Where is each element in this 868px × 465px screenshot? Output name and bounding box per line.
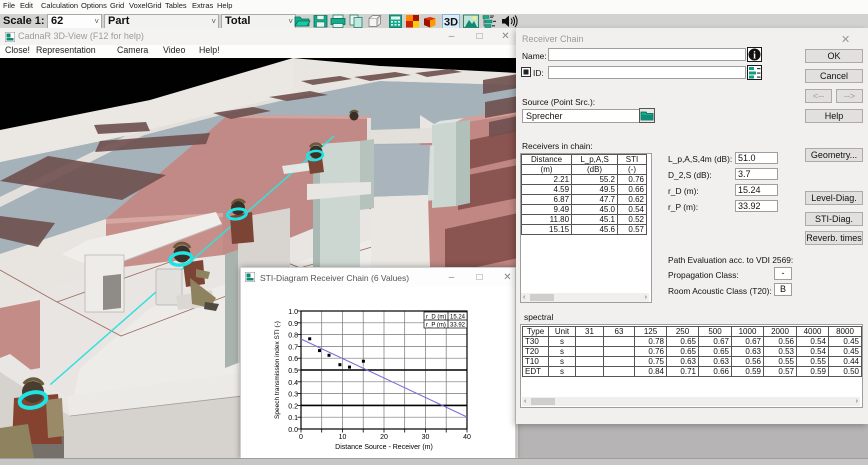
- svg-text:0.9: 0.9: [288, 321, 298, 328]
- svg-text:40: 40: [463, 434, 471, 441]
- svg-text:r_P (m): r_P (m): [426, 322, 446, 328]
- svg-text:0.6: 0.6: [288, 356, 298, 363]
- svg-text:0.3: 0.3: [288, 392, 298, 399]
- svg-text:0.5: 0.5: [288, 368, 298, 375]
- svg-text:i: i: [753, 51, 756, 62]
- svg-text:0.2: 0.2: [288, 403, 298, 410]
- svg-text:1.0: 1.0: [288, 309, 298, 316]
- svg-text:Speech transmission index STI: Speech transmission index STI (-): [274, 321, 281, 419]
- svg-text:15.24: 15.24: [450, 314, 466, 320]
- svg-text:0.7: 0.7: [288, 344, 298, 351]
- svg-text:r_D (m): r_D (m): [426, 314, 446, 320]
- svg-text:0.1: 0.1: [288, 415, 298, 422]
- svg-text:3D: 3D: [444, 17, 458, 29]
- svg-text:33.92: 33.92: [450, 322, 466, 328]
- svg-text:10: 10: [339, 434, 347, 441]
- svg-text:0.0: 0.0: [288, 427, 298, 434]
- svg-text:0.8: 0.8: [288, 333, 298, 340]
- svg-text:0.4: 0.4: [288, 380, 298, 387]
- svg-text:Distance Source - Receiver (m): Distance Source - Receiver (m): [335, 444, 433, 451]
- svg-text:20: 20: [380, 434, 388, 441]
- svg-text:0: 0: [299, 434, 303, 441]
- svg-text:30: 30: [422, 434, 430, 441]
